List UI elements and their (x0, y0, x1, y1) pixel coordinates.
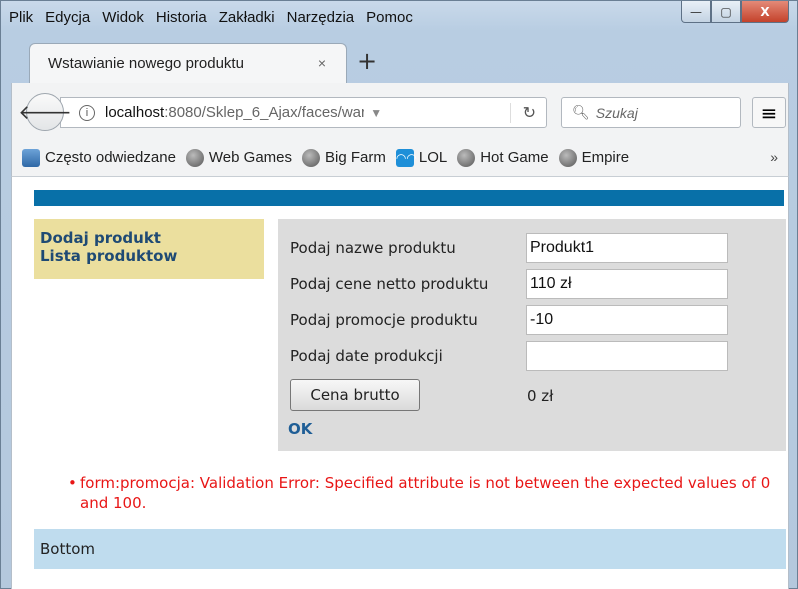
browser-window: Plik Edycja Widok Historia Zakładki Narz… (0, 0, 798, 589)
menu-pomoc[interactable]: Pomoc (366, 7, 413, 31)
globe-icon (558, 148, 577, 167)
menu-historia[interactable]: Historia (156, 7, 207, 31)
bookmarks-overflow-icon[interactable]: » (770, 149, 778, 165)
name-input[interactable] (526, 233, 728, 263)
menu-edycja[interactable]: Edycja (45, 7, 90, 31)
reload-icon[interactable]: ↻ (509, 102, 536, 123)
globe-icon (185, 148, 204, 167)
bullet-icon: • (68, 474, 77, 492)
price-label: Podaj cene netto produktu (290, 275, 489, 293)
header-bar (34, 190, 784, 206)
error-text: form:promocja: Validation Error: Specifi… (80, 474, 771, 512)
menu-narzedzia[interactable]: Narzędzia (287, 7, 355, 31)
product-form: Podaj nazwe produktu Podaj cene netto pr… (278, 219, 786, 451)
menu-plik[interactable]: Plik (9, 7, 33, 31)
maximize-button[interactable]: ▢ (711, 1, 741, 23)
bookmark-label: Web Games (208, 149, 293, 166)
bookmark-czesto-odwiedzane[interactable]: Często odwiedzane (22, 148, 176, 167)
bookmark-label: Empire (581, 149, 630, 166)
url-dropdown-icon[interactable]: ▼ (370, 106, 382, 120)
navigation-toolbar: i localhost :8080/Sklep_6_Ajax/faces/war… (11, 83, 789, 139)
validation-error: • form:promocja: Validation Error: Specif… (60, 473, 786, 513)
promo-input[interactable] (526, 305, 728, 335)
window-controls: — ▢ X (681, 1, 789, 23)
menu-widok[interactable]: Widok (102, 7, 144, 31)
globe-icon (457, 148, 476, 167)
bookmarks-bar: Często odwiedzane Web Games Big Farm ◠◠ … (11, 139, 789, 177)
hamburger-menu-icon[interactable]: ≡ (752, 97, 786, 128)
date-label: Podaj date produkcji (290, 347, 443, 365)
new-tab-icon[interactable]: + (357, 47, 377, 75)
nav-add-product-link[interactable]: Dodaj produkt (40, 229, 264, 247)
bookmark-web-games[interactable]: Web Games (185, 148, 293, 167)
info-icon[interactable]: i (79, 104, 95, 121)
close-window-button[interactable]: X (741, 1, 789, 23)
price-row: Podaj cene netto produktu (290, 269, 728, 299)
nav-list-products-link[interactable]: Lista produktow (40, 247, 264, 265)
side-navigation: Dodaj produkt Lista produktow (34, 219, 264, 279)
page-viewport: Dodaj produkt Lista produktow Podaj nazw… (11, 177, 789, 589)
url-host: localhost (105, 104, 165, 121)
bookmark-label: Często odwiedzane (45, 149, 176, 166)
bookmark-label: Big Farm (325, 149, 386, 166)
bookmark-lol[interactable]: ◠◠ LOL (395, 148, 448, 167)
url-bar[interactable]: i localhost :8080/Sklep_6_Ajax/faces/war… (60, 97, 547, 128)
back-arrow-icon: 🡐 (18, 100, 72, 124)
price-input[interactable] (526, 269, 728, 299)
promo-label: Podaj promocje produktu (290, 311, 478, 329)
footer-text: Bottom (40, 540, 96, 558)
bookmark-hot-game[interactable]: Hot Game (457, 148, 549, 167)
lol-favicon-icon: ◠◠ (395, 148, 417, 167)
minimize-button[interactable]: — (681, 1, 711, 23)
bookmark-label: LOL (418, 149, 448, 166)
page-footer: Bottom (34, 529, 786, 569)
cena-brutto-button[interactable]: Cena brutto (290, 379, 420, 411)
tab-title: Wstawianie nowego produktu (48, 55, 244, 72)
search-icon: 🔍︎ (572, 104, 590, 120)
bookmarks-folder-icon (22, 148, 40, 167)
back-button[interactable]: 🡐 (18, 93, 72, 131)
browser-tab[interactable]: Wstawianie nowego produktu × (29, 43, 347, 83)
globe-icon (302, 148, 321, 167)
promo-row: Podaj promocje produktu (290, 305, 728, 335)
url-path: :8080/Sklep_6_Ajax/faces/warstwa_ir (164, 104, 365, 121)
bookmark-label: Hot Game (480, 149, 549, 166)
bookmark-big-farm[interactable]: Big Farm (302, 148, 386, 167)
search-input[interactable]: 🔍︎ Szukaj (561, 97, 741, 128)
date-input[interactable] (526, 341, 728, 371)
ok-link[interactable]: OK (288, 420, 312, 438)
menu-zakladki[interactable]: Zakładki (219, 7, 275, 31)
bookmark-empire[interactable]: Empire (558, 148, 630, 167)
brutto-price-value: 0 zł (527, 387, 554, 405)
name-label: Podaj nazwe produktu (290, 239, 456, 257)
tab-close-icon[interactable]: × (318, 55, 326, 71)
menu-bar: Plik Edycja Widok Historia Zakładki Narz… (9, 7, 413, 31)
search-placeholder: Szukaj (595, 104, 638, 121)
name-row: Podaj nazwe produktu (290, 233, 728, 263)
date-row: Podaj date produkcji (290, 341, 728, 371)
